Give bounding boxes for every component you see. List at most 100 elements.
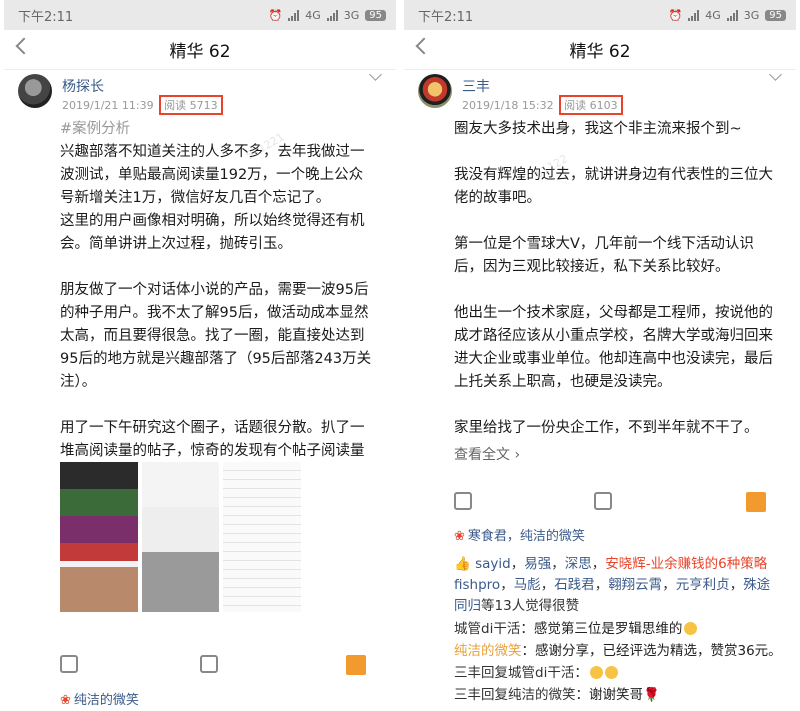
comment-list: 城管di干活：感觉第三位是罗辑思维的 纯洁的微笑：感谢分享，已经评选为精选，赞赏… — [404, 618, 796, 706]
post-date: 2019/1/21 11:39 — [62, 99, 154, 112]
comment-item[interactable]: 三丰回复纯洁的微笑：谢谢笑哥🌹 — [454, 684, 782, 706]
signal-icon — [688, 9, 700, 21]
page-title: 精华 62 — [169, 42, 231, 62]
network-4g: 4G — [305, 8, 321, 22]
image-grid — [60, 462, 301, 612]
post-date: 2019/1/18 15:32 — [462, 99, 554, 112]
liker-name[interactable]: 易强 — [524, 556, 551, 572]
post-paragraph — [454, 394, 776, 417]
liker-name[interactable]: 元亨利贞 — [676, 577, 730, 593]
status-bar: 下午2:11 ⏰ 4G 3G 95 — [404, 0, 796, 30]
battery-icon: 95 — [365, 9, 386, 21]
post-body: 圈友大多技术出身，我这个非主流来报个到~ 我没有辉煌的过去，就讲讲身边有代表性的… — [404, 118, 796, 440]
comment-icon[interactable] — [200, 655, 218, 673]
nav-bar: 精华 62 — [404, 30, 796, 70]
emoji-icon — [684, 622, 698, 635]
action-bar — [60, 655, 366, 681]
post-paragraph: 家里给找了一份央企工作，不到半年就不干了。 — [454, 420, 759, 436]
liker-name[interactable]: 马彪 — [514, 577, 541, 593]
comment-text: ：感觉第三位是罗辑思维的 — [520, 621, 683, 637]
likers-row: ❀ 纯洁的微笑 — [4, 690, 159, 711]
post-paragraph — [60, 394, 376, 417]
signal-icon — [288, 9, 300, 21]
comment-item[interactable]: 三丰回复城管di干活： — [454, 662, 782, 684]
post-paragraph: 朋友做了一个对话体小说的产品，需要一波95后的种子用户。我不太了解95后，做活动… — [60, 282, 372, 390]
avatar[interactable] — [418, 74, 452, 108]
post-tag[interactable]: #案例分析 — [60, 118, 376, 141]
see-all-link[interactable]: 查看全文 › — [404, 444, 796, 466]
right-screen: 下午2:11 ⏰ 4G 3G 95 精华 62 三丰 2019/1/18 15:… — [404, 0, 796, 711]
author-name[interactable]: 杨探长 — [62, 76, 104, 96]
post-paragraph — [454, 141, 776, 164]
liker-name[interactable]: 翱翔云霄 — [608, 577, 662, 593]
status-time: 下午2:11 — [418, 9, 474, 25]
alarm-icon: ⏰ — [668, 8, 683, 22]
network-3g: 3G — [743, 8, 760, 22]
heart-icon: ❀ — [454, 529, 465, 544]
post-meta: 2019/1/21 11:39 阅读 5713 — [62, 95, 223, 115]
post: 杨探长 2019/1/21 11:39 阅读 5713 #案例分析 兴趣部落不知… — [4, 68, 396, 711]
nav-bar: 精华 62 — [4, 30, 396, 70]
liker-name[interactable]: fishpro — [454, 577, 500, 593]
post-paragraph — [454, 210, 776, 233]
post-paragraph: 圈友大多技术出身，我这个非主流来报个到~ — [454, 121, 742, 137]
comment-author[interactable]: 三丰回复纯洁的微笑 — [454, 687, 576, 703]
top-likers-row: ❀ 寒食君，纯洁的微笑 — [404, 526, 605, 547]
rose-icon: 🌹 — [643, 687, 660, 703]
post-paragraph — [60, 256, 376, 279]
liker-name[interactable]: 深思 — [565, 556, 592, 572]
comment-text: ：谢谢笑哥 — [575, 687, 644, 703]
liker-name-highlight[interactable]: 安晓辉-业余赚钱的6种策略 — [605, 556, 767, 572]
comment-item[interactable]: 城管di干活：感觉第三位是罗辑思维的 — [454, 618, 782, 640]
author-name[interactable]: 三丰 — [462, 76, 490, 96]
like-icon[interactable] — [60, 655, 78, 673]
read-count-badge: 阅读 5713 — [159, 95, 223, 115]
avatar[interactable] — [18, 74, 52, 108]
post-image[interactable] — [223, 462, 301, 612]
comment-author[interactable]: 城管di干活 — [454, 621, 520, 637]
post-image[interactable] — [60, 462, 138, 612]
status-time: 下午2:11 — [18, 9, 74, 25]
battery-icon: 95 — [765, 9, 786, 21]
comment-author[interactable]: 三丰回复城管di干活 — [454, 665, 574, 681]
signal-icon — [726, 9, 738, 21]
post-paragraph: 这里的用户画像相对明确，所以始终觉得还有机会。简单讲讲上次过程，抛砖引玉。 — [60, 213, 365, 252]
comment-icon[interactable] — [594, 492, 612, 510]
like-icon[interactable] — [454, 492, 472, 510]
comment-author[interactable]: 纯洁的微笑 — [454, 643, 522, 659]
post-paragraph — [454, 279, 776, 302]
emoji-icon — [604, 666, 618, 679]
comment-text: ： — [574, 665, 588, 681]
post-image[interactable] — [142, 462, 219, 612]
post-paragraph: 我没有辉煌的过去，就讲讲身边有代表性的三位大佬的故事吧。 — [454, 167, 773, 206]
top-likers-names[interactable]: 寒食君，纯洁的微笑 — [468, 529, 585, 544]
post-header: 三丰 2019/1/18 15:32 阅读 6103 — [404, 68, 796, 118]
liker-name[interactable]: 石践君 — [554, 577, 595, 593]
left-screen: 下午2:11 ⏰ 4G 3G 95 精华 62 杨探长 2019/1/21 11… — [4, 0, 396, 711]
heart-icon: ❀ — [60, 693, 71, 708]
emoji-icon — [589, 666, 603, 679]
network-3g: 3G — [343, 8, 360, 22]
share-icon[interactable] — [346, 655, 366, 675]
post-paragraph: 他出生一个技术家庭，父母都是工程师，按说他的成才路径应该从小重点学校，名牌大学或… — [454, 305, 773, 390]
page-title: 精华 62 — [569, 42, 631, 62]
likers-names[interactable]: 纯洁的微笑 — [74, 693, 139, 708]
chevron-down-icon[interactable] — [369, 68, 382, 81]
post-body: #案例分析 兴趣部落不知道关注的人多不多，去年我做过一波测试，单贴最高阅读量19… — [4, 118, 396, 463]
read-count-badge: 阅读 6103 — [559, 95, 623, 115]
share-icon[interactable] — [746, 492, 766, 512]
alarm-icon: ⏰ — [268, 8, 283, 22]
post: 三丰 2019/1/18 15:32 阅读 6103 圈友大多技术出身，我这个非… — [404, 68, 796, 711]
post-header: 杨探长 2019/1/21 11:39 阅读 5713 — [4, 68, 396, 118]
network-4g: 4G — [705, 8, 721, 22]
comment-item[interactable]: 纯洁的微笑：感谢分享，已经评选为精选，赞赏36元。 — [454, 640, 782, 662]
liker-name[interactable]: sayid — [475, 556, 511, 572]
post-paragraph: 兴趣部落不知道关注的人多不多，去年我做过一波测试，单贴最高阅读量192万，一个晚… — [60, 144, 365, 206]
status-bar: 下午2:11 ⏰ 4G 3G 95 — [4, 0, 396, 30]
action-bar — [454, 492, 766, 518]
post-paragraph: 用了一下午研究这个圈子，话题很分散。扒了一堆高阅读量的帖子，惊奇的发现有个帖子阅… — [60, 420, 365, 459]
likes-suffix: 等13人觉得很赞 — [481, 598, 580, 614]
comment-text: ：感谢分享，已经评选为精选，赞赏36元。 — [521, 643, 782, 659]
post-meta: 2019/1/18 15:32 阅读 6103 — [462, 95, 623, 115]
chevron-down-icon[interactable] — [769, 68, 782, 81]
